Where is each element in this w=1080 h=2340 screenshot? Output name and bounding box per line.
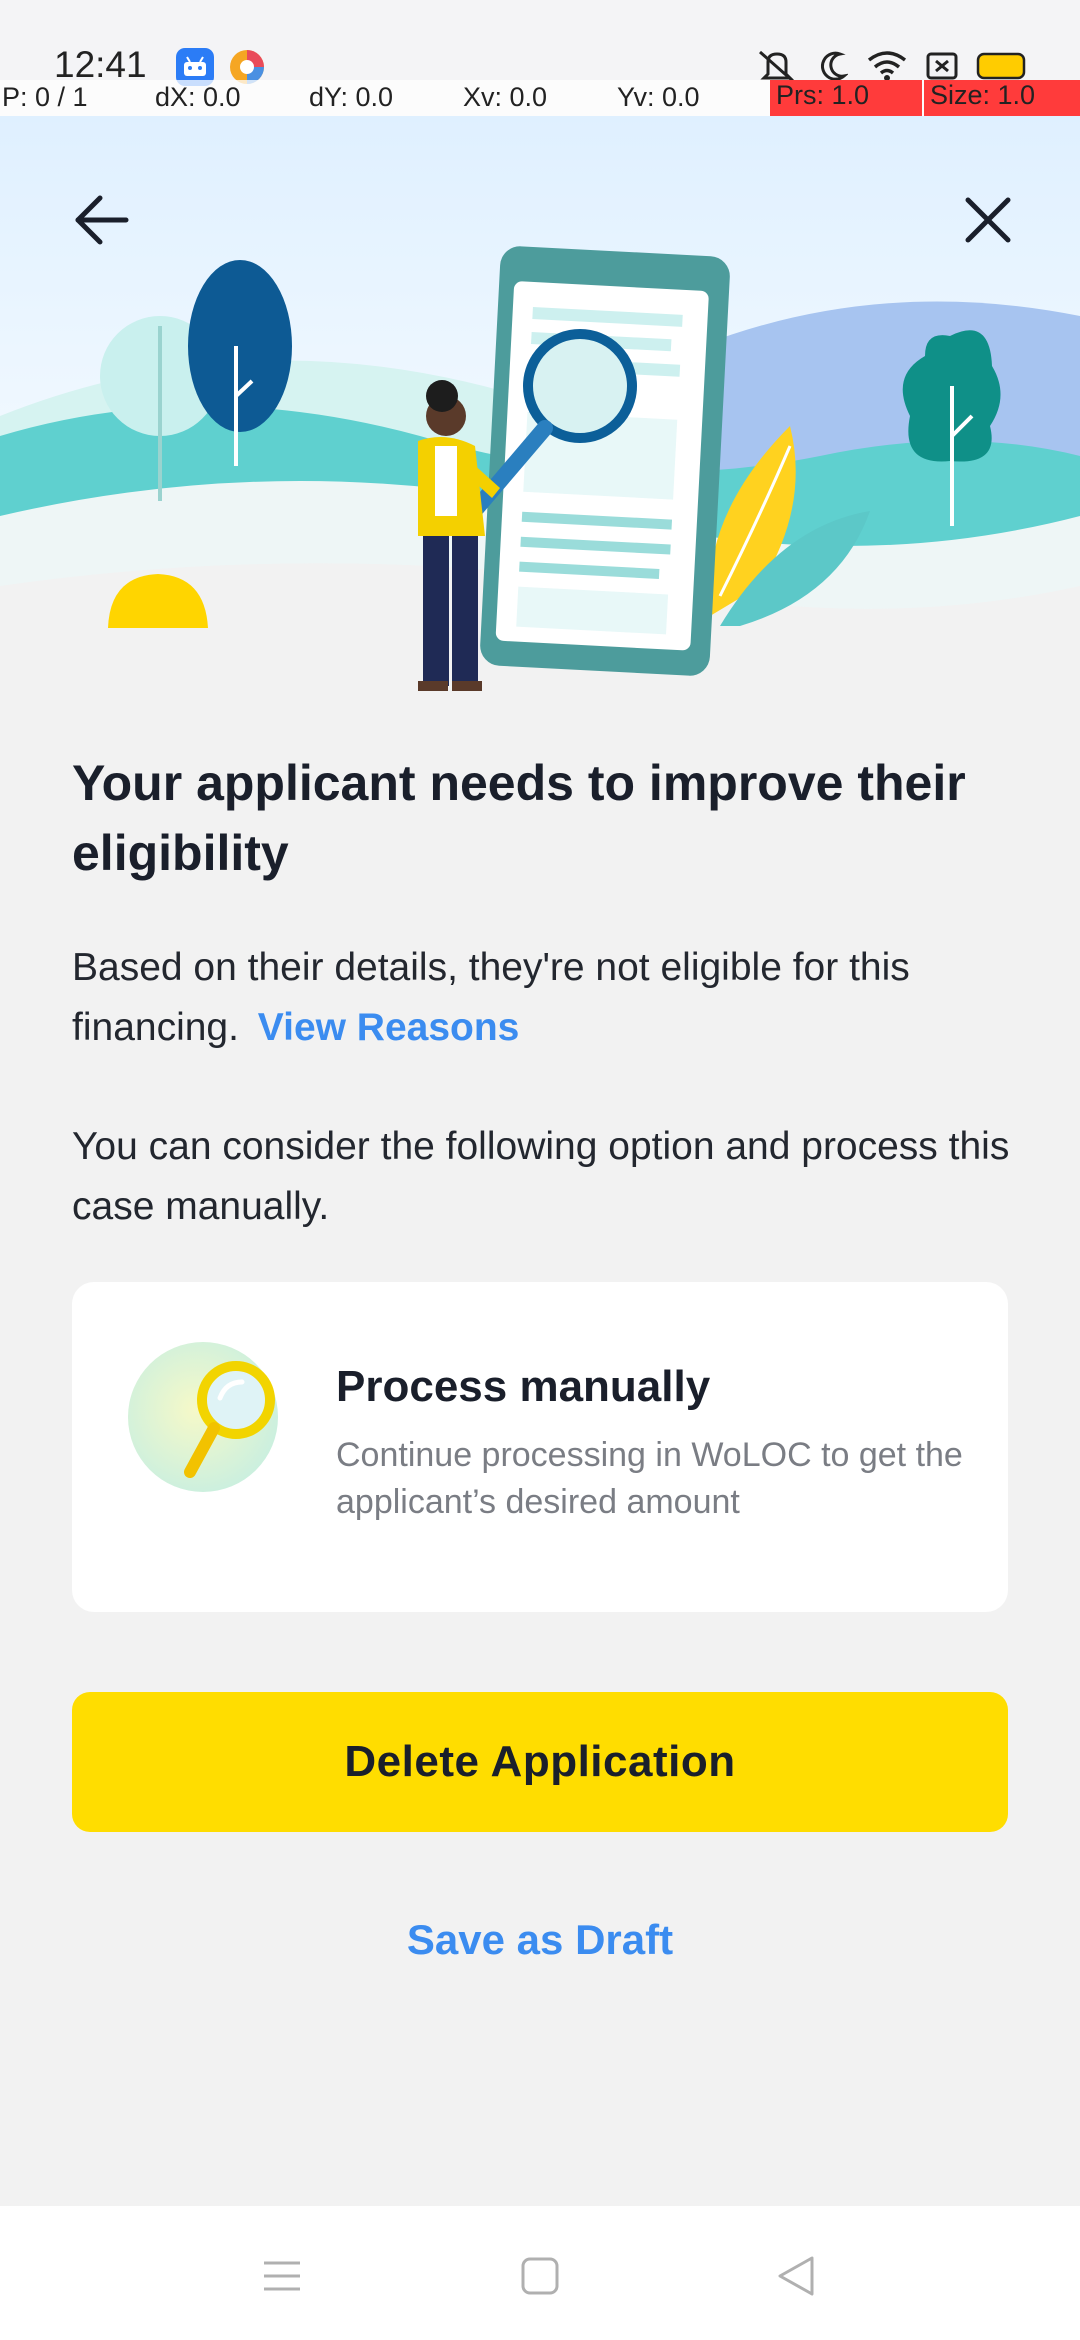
save-as-draft-button[interactable]: Save as Draft (340, 1905, 740, 1975)
menu-icon (264, 2261, 300, 2291)
ineligibility-message: Based on their details, they're not elig… (72, 938, 1012, 1058)
debug-dx: dX: 0.0 (155, 82, 241, 112)
arrow-left-icon (75, 195, 129, 245)
debug-xv: Xv: 0.0 (463, 82, 548, 112)
menu-key[interactable] (252, 2246, 312, 2306)
debug-yv: Yv: 0.0 (617, 82, 700, 112)
delete-application-button[interactable]: Delete Application (72, 1692, 1008, 1832)
debug-pressure: Prs: 1.0 (770, 80, 922, 116)
debug-dy: dY: 0.0 (309, 82, 394, 112)
debug-size: Size: 1.0 (924, 80, 1080, 116)
system-nav-bar (0, 2206, 1080, 2340)
home-key[interactable] (510, 2246, 570, 2306)
hero-illustration (0, 116, 1080, 706)
status-bar: 12:41 (0, 0, 1080, 86)
debug-pointer: P: 0 / 1 (2, 82, 88, 112)
square-home-icon (521, 2257, 559, 2295)
back-key[interactable] (766, 2246, 826, 2306)
eligibility-illustration (0, 116, 1080, 706)
option-title: Process manually (336, 1362, 711, 1411)
process-manually-card[interactable]: Process manually Continue processing in … (72, 1282, 1008, 1612)
close-button[interactable] (948, 180, 1028, 260)
back-button[interactable] (62, 180, 142, 260)
view-reasons-link[interactable]: View Reasons (258, 1006, 520, 1049)
close-icon (965, 197, 1011, 243)
option-description: Continue processing in WoLOC to get the … (336, 1436, 963, 1521)
triangle-back-icon (778, 2256, 814, 2296)
magnifier-icon (128, 1342, 278, 1492)
option-intro-text: You can consider the following option an… (72, 1125, 1010, 1228)
pointer-debug-overlay: P: 0 / 1 dX: 0.0 dY: 0.0 Xv: 0.0 Yv: 0.0… (0, 80, 1080, 116)
page-title: Your applicant needs to improve their el… (72, 755, 966, 881)
